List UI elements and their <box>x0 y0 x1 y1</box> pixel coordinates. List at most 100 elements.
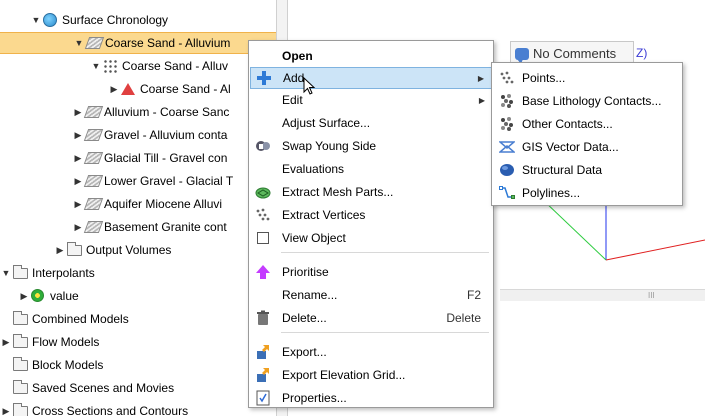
menu-item-label: Edit <box>282 93 303 107</box>
tree-item-aquifer-miocene[interactable]: ▶ Aquifer Miocene Alluvi <box>72 193 276 215</box>
submenu-item-structural-data[interactable]: Structural Data <box>493 159 682 181</box>
tree-item-output-volumes[interactable]: ▶ Output Volumes <box>54 239 276 261</box>
expand-arrow-icon[interactable]: ▼ <box>73 32 85 54</box>
tree-item-lower-gravel[interactable]: ▶ Lower Gravel - Glacial T <box>72 170 276 192</box>
menu-item-label: Prioritise <box>282 265 329 279</box>
expand-arrow-icon[interactable]: ▶ <box>72 216 84 238</box>
tree-item-label: Alluvium - Coarse Sanc <box>104 105 230 119</box>
tree-item-block-models[interactable]: Block Models <box>12 354 276 376</box>
menu-item-extract-mesh-parts[interactable]: Extract Mesh Parts... <box>250 181 493 203</box>
submenu-item-label: Other Contacts... <box>522 117 613 131</box>
tree-item-flow-models[interactable]: ▶ Flow Models <box>0 331 276 353</box>
tree-item-label: Saved Scenes and Movies <box>32 381 175 395</box>
menu-item-label: Export Elevation Grid... <box>282 368 406 382</box>
menu-item-export-elevation-grid[interactable]: Export Elevation Grid... <box>250 364 493 386</box>
menu-item-prioritise[interactable]: Prioritise <box>250 261 493 283</box>
folder-icon <box>12 334 28 349</box>
expand-arrow-icon[interactable]: ▶ <box>18 285 30 307</box>
blank-icon <box>255 92 271 108</box>
tree-item-label: Interpolants <box>32 266 95 280</box>
menu-item-open[interactable]: Open <box>250 45 493 67</box>
folder-icon <box>66 242 82 257</box>
submenu-item-points[interactable]: Points... <box>493 67 682 89</box>
tree-item-label: Coarse Sand - Al <box>140 82 231 96</box>
blank-icon <box>255 115 271 131</box>
tree-item-interpolants[interactable]: ▼ Interpolants <box>0 262 276 284</box>
menu-item-view-object[interactable]: View Object <box>250 227 493 249</box>
expand-arrow-icon[interactable]: ▶ <box>72 193 84 215</box>
tree-item-glacial-till-gravel[interactable]: ▶ Glacial Till - Gravel con <box>72 147 276 169</box>
folder-icon <box>12 380 28 395</box>
surface-icon <box>83 151 104 165</box>
checkbox-icon[interactable] <box>255 230 271 246</box>
tree-item-basement-granite[interactable]: ▶ Basement Granite cont <box>72 216 276 238</box>
menu-item-adjust-surface[interactable]: Adjust Surface... <box>250 112 493 134</box>
wedge-icon <box>120 82 136 96</box>
properties-icon <box>255 390 271 406</box>
menu-separator <box>281 252 489 253</box>
export-icon <box>255 367 271 383</box>
menu-item-label: Extract Mesh Parts... <box>282 185 394 199</box>
x-axis-line <box>605 239 705 261</box>
tree-item-label: Gravel - Alluvium conta <box>104 128 228 142</box>
menu-item-extract-vertices[interactable]: Extract Vertices <box>250 204 493 226</box>
expand-arrow-icon[interactable]: ▶ <box>54 239 66 261</box>
folder-icon <box>12 357 28 372</box>
submenu-item-label: Structural Data <box>522 163 603 177</box>
tree-item-label: Surface Chronology <box>62 13 169 27</box>
submenu-item-gis-vector-data[interactable]: GIS Vector Data... <box>493 136 682 158</box>
expand-arrow-icon[interactable]: ▶ <box>72 124 84 146</box>
expand-arrow-icon[interactable]: ▼ <box>30 9 42 31</box>
tree-item-value[interactable]: ▶ value <box>18 285 276 307</box>
surface-icon <box>83 174 104 188</box>
mesh-icon <box>255 184 271 200</box>
menu-item-evaluations[interactable]: Evaluations <box>250 158 493 180</box>
menu-item-label: Extract Vertices <box>282 208 366 222</box>
lithology-icon <box>499 93 515 109</box>
expand-arrow-icon[interactable]: ▶ <box>72 147 84 169</box>
add-icon <box>256 70 272 86</box>
no-comments-label: No Comments <box>533 46 617 61</box>
horizontal-scrollbar[interactable]: III <box>500 289 705 301</box>
menu-item-edit[interactable]: Edit ▶ <box>250 89 493 111</box>
blank-icon <box>255 287 271 303</box>
menu-item-properties[interactable]: Properties... <box>250 387 493 409</box>
tree-item-label: Cross Sections and Contours <box>32 404 189 416</box>
menu-item-label: Swap Young Side <box>282 139 377 153</box>
submenu-item-other-contacts[interactable]: Other Contacts... <box>493 113 682 135</box>
tree-item-alluvium-coarse-sand[interactable]: ▶ Alluvium - Coarse Sanc <box>72 101 276 123</box>
arrow-up-icon <box>255 264 271 280</box>
shortcut-label: Delete <box>446 311 481 325</box>
expand-arrow-icon[interactable]: ▶ <box>0 331 12 353</box>
menu-item-swap-young-side[interactable]: Swap Young Side <box>250 135 493 157</box>
menu-item-add[interactable]: Add ▶ <box>250 67 493 89</box>
expand-arrow-icon[interactable]: ▶ <box>72 101 84 123</box>
tree-item-label: Coarse Sand - Alluvium <box>105 36 231 50</box>
menu-item-export[interactable]: Export... <box>250 341 493 363</box>
tree-item-surface-chronology[interactable]: ▼ Surface Chronology <box>30 9 276 31</box>
submenu-item-base-lithology-contacts[interactable]: Base Lithology Contacts... <box>493 90 682 112</box>
menu-item-label: Delete... <box>282 311 327 325</box>
expand-arrow-icon[interactable]: ▼ <box>0 262 12 284</box>
menu-item-rename[interactable]: Rename... F2 <box>250 284 493 306</box>
menu-item-label: Rename... <box>282 288 338 302</box>
submenu-item-label: GIS Vector Data... <box>522 140 619 154</box>
submenu-item-label: Polylines... <box>522 186 581 200</box>
tree-item-coarse-sand-alluvium[interactable]: ▼ Coarse Sand - Alluvium <box>0 32 276 54</box>
expand-arrow-icon[interactable]: ▶ <box>0 400 12 416</box>
expand-arrow-icon[interactable]: ▶ <box>108 78 120 100</box>
tree-item-gravel-alluvium[interactable]: ▶ Gravel - Alluvium conta <box>72 124 276 146</box>
expand-arrow-icon[interactable]: ▼ <box>90 55 102 77</box>
menu-item-label: Properties... <box>282 391 347 405</box>
project-tree: ▼ Surface Chronology ▼ Coarse Sand - All… <box>0 0 276 416</box>
submenu-item-polylines[interactable]: Polylines... <box>493 182 682 204</box>
tree-item-combined-models[interactable]: Combined Models <box>12 308 276 330</box>
tree-item-label: Combined Models <box>32 312 129 326</box>
tree-item-saved-scenes[interactable]: Saved Scenes and Movies <box>12 377 276 399</box>
expand-arrow-icon[interactable]: ▶ <box>72 170 84 192</box>
menu-item-label: Evaluations <box>282 162 345 176</box>
tree-item-cross-sections[interactable]: ▶ Cross Sections and Contours <box>0 400 276 416</box>
value-icon <box>30 289 46 303</box>
menu-item-delete[interactable]: Delete... Delete <box>250 307 493 329</box>
polyline-icon <box>499 185 515 201</box>
